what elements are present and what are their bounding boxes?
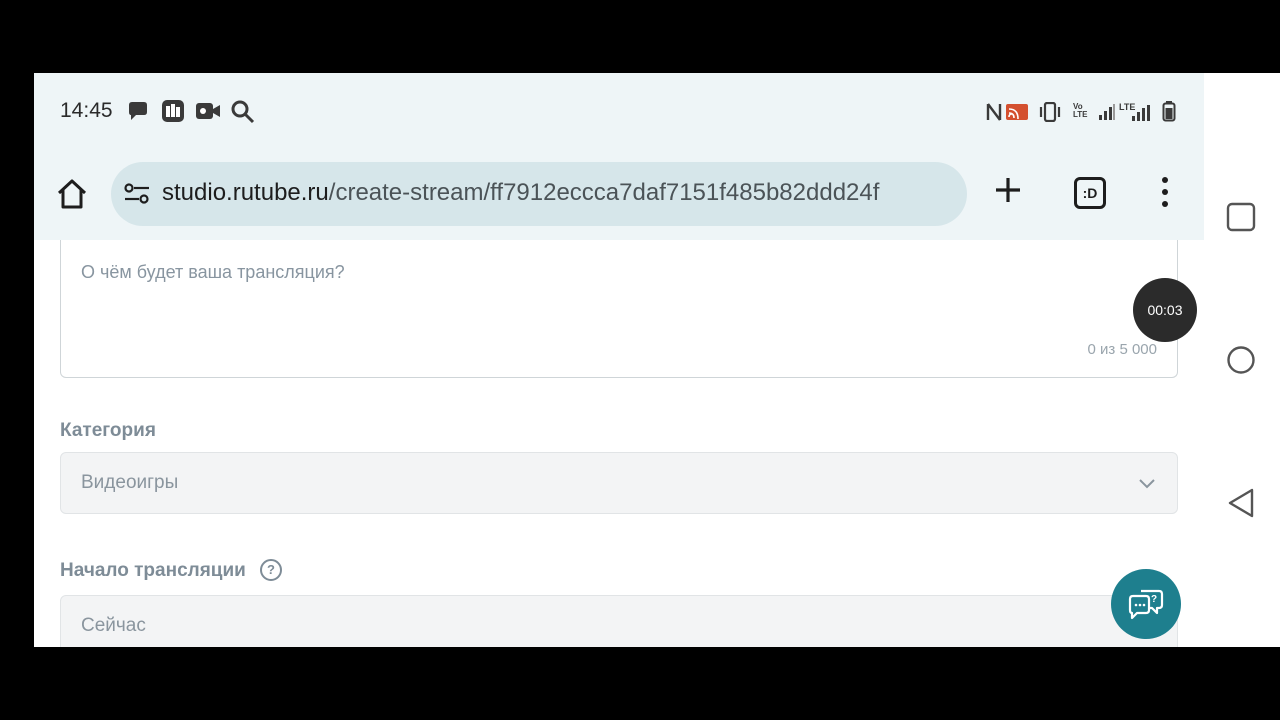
signal-icon xyxy=(1099,104,1115,120)
nfc-icon xyxy=(986,103,1002,121)
stream-start-value: Сейчас xyxy=(81,615,146,636)
phone-screen: 14:45 Vo LTE LTE studio.rutube.ru/create… xyxy=(34,73,1280,647)
recording-timer-badge[interactable]: 00:03 xyxy=(1133,278,1197,342)
system-nav-bar xyxy=(1204,73,1280,647)
browser-menu-icon[interactable] xyxy=(1154,174,1176,210)
category-value: Видеоигры xyxy=(81,472,179,493)
help-icon[interactable]: ? xyxy=(260,559,282,581)
status-time: 14:45 xyxy=(60,99,113,122)
wallet-app-icon xyxy=(162,100,184,122)
status-bar: 14:45 Vo LTE LTE xyxy=(34,73,1204,150)
cast-icon xyxy=(1006,104,1028,120)
home-nav-icon[interactable] xyxy=(1226,345,1256,375)
stream-start-select[interactable]: Сейчас xyxy=(60,595,1178,647)
tab-switcher-button[interactable]: :D xyxy=(1074,177,1106,209)
chat-bubble-icon xyxy=(129,102,147,120)
battery-icon xyxy=(1162,101,1176,122)
recent-apps-icon[interactable] xyxy=(1226,202,1256,232)
category-select[interactable]: Видеоигры xyxy=(60,452,1178,514)
url-path: /create-stream/ff7912eccca7daf7151f485b8… xyxy=(328,179,880,206)
back-icon[interactable] xyxy=(1226,487,1256,519)
description-textarea[interactable]: О чём будет ваша трансляция? 0 из 5 000 xyxy=(60,240,1178,378)
volte-icon: Vo LTE xyxy=(1073,102,1088,119)
address-bar[interactable]: studio.rutube.ru/create-stream/ff7912ecc… xyxy=(111,162,967,226)
support-chat-button[interactable]: ? xyxy=(1111,569,1181,639)
lte-signal-icon: LTE xyxy=(1119,102,1151,122)
stream-start-label: Начало трансляции xyxy=(60,560,246,581)
browser-toolbar: studio.rutube.ru/create-stream/ff7912ecc… xyxy=(34,150,1204,240)
vibrate-icon xyxy=(1039,102,1061,122)
page-content: О чём будет ваша трансляция? 0 из 5 000 … xyxy=(34,240,1205,647)
new-tab-icon[interactable] xyxy=(992,174,1024,206)
search-icon xyxy=(231,100,255,124)
chevron-down-icon xyxy=(1139,479,1155,489)
site-settings-icon[interactable] xyxy=(123,182,151,206)
description-placeholder: О чём будет ваша трансляция? xyxy=(81,262,345,282)
svg-text:?: ? xyxy=(1151,594,1157,605)
url-domain: studio.rutube.ru xyxy=(162,179,329,206)
category-label: Категория xyxy=(60,420,156,441)
description-char-counter: 0 из 5 000 xyxy=(1087,341,1157,358)
video-camera-icon xyxy=(196,103,220,119)
url-text: studio.rutube.ru/create-stream/ff7912ecc… xyxy=(162,179,952,207)
home-icon[interactable] xyxy=(54,176,90,212)
support-chat-icon: ? xyxy=(1128,589,1164,620)
